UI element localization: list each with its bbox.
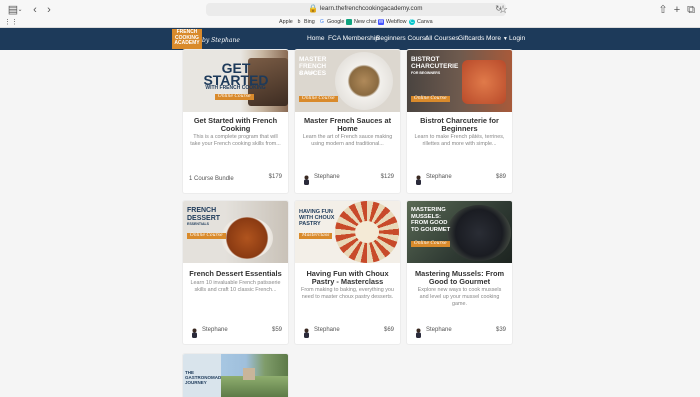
tab-overview-icon[interactable]: ⧉	[684, 4, 698, 16]
nav-login[interactable]: Login	[509, 35, 525, 42]
course-card[interactable]: Master French Sauces at home Online Cour…	[295, 50, 400, 193]
logo-script: by Stephane	[202, 37, 240, 44]
lock-icon: 🔒	[308, 4, 318, 13]
author-avatar	[303, 172, 310, 185]
google-icon: G	[320, 18, 324, 25]
course-card[interactable]: Get Started with French Cooking Online C…	[183, 50, 288, 193]
bing-icon: b	[297, 18, 301, 25]
course-thumbnail: The Gastronomad Journey	[183, 354, 288, 397]
course-thumbnail: Having Fun with Choux Pastry Masterclass	[295, 201, 400, 263]
course-description: Learn the art of French sauce making usi…	[302, 134, 393, 147]
thumbnail-banner: Online Course	[411, 241, 450, 247]
course-price: $89	[495, 174, 506, 180]
course-description: From making to baking, everything you ne…	[301, 287, 394, 300]
thumbnail-subtitle: with French Cooking	[205, 85, 266, 91]
thumbnail-banner: Masterclass	[299, 233, 333, 239]
course-thumbnail: Bistrot Charcuterie for beginners Online…	[407, 50, 512, 112]
nav-beginners-course[interactable]: Beginners Course	[376, 35, 429, 42]
course-thumbnail: Master French Sauces at home Online Cour…	[295, 50, 400, 112]
logo-mark: FRENCH COOKING ACADEMY	[172, 29, 202, 49]
webflow-icon: W	[378, 18, 384, 25]
course-price: $129	[380, 174, 394, 180]
course-description: Learn to make French pâtés, terrines, ri…	[414, 134, 505, 147]
nav-giftcards[interactable]: Giftcards	[458, 35, 484, 42]
author-name: Stephane	[426, 327, 452, 333]
course-description: Explore new ways to cook mussels and lev…	[417, 287, 502, 307]
course-card[interactable]: The Gastronomad Journey	[183, 354, 288, 397]
course-card[interactable]: Bistrot Charcuterie for beginners Online…	[407, 50, 512, 193]
star-icon[interactable]: ☆	[496, 4, 510, 16]
course-thumbnail: Get Started with French Cooking Online C…	[183, 50, 288, 112]
bookmark-bing[interactable]: b Bing	[296, 18, 315, 26]
new-tab-icon[interactable]: +	[670, 4, 684, 16]
thumbnail-banner: Online Course	[187, 233, 226, 239]
address-bar[interactable]: 🔒 learn.thefrenchcookingacademy.com ↻	[206, 3, 506, 16]
course-thumbnail: French Dessert essentials Online Course	[183, 201, 288, 263]
thumbnail-title: Having Fun with Choux Pastry	[299, 209, 335, 227]
nav-more[interactable]: More ▼	[486, 35, 508, 42]
author-avatar	[191, 325, 198, 338]
nav-fca-membership[interactable]: FCA Membership	[328, 35, 379, 42]
author-name: Stephane	[314, 174, 340, 180]
thumbnail-banner: Online Course	[411, 96, 450, 102]
thumbnail-subtitle: essentials	[187, 222, 209, 226]
chevron-down-icon[interactable]: ⌄	[16, 4, 24, 16]
chat-icon	[346, 18, 352, 25]
thumbnail-banner: Online Course	[215, 94, 254, 100]
thumbnail-title: Get Started	[203, 60, 269, 88]
thumbnail-title: Bistrot Charcuterie	[411, 56, 459, 70]
course-title[interactable]: Bistrot Charcuterie for Beginners	[413, 117, 506, 133]
browser-toolbar: ▤ ⌄ ‹ › ▢ 🔒 learn.thefrenchcookingacadem…	[0, 0, 700, 28]
course-price: $179	[268, 174, 282, 180]
nav-all-courses[interactable]: All Courses	[425, 35, 459, 42]
course-bundle-label: 1 Course Bundle	[189, 176, 234, 182]
author-avatar	[415, 325, 422, 338]
course-price: $59	[271, 327, 282, 333]
thumbnail-title: French Dessert	[187, 207, 221, 222]
course-title[interactable]: Mastering Mussels: From Good to Gourmet	[413, 270, 506, 286]
thumbnail-title: Mastering Mussels: From Good to Gourmet	[411, 207, 451, 233]
back-arrow-icon[interactable]: ‹	[28, 4, 42, 16]
author-name: Stephane	[314, 327, 340, 333]
bookmark-google[interactable]: G Google	[319, 18, 344, 26]
forward-arrow-icon[interactable]: ›	[42, 4, 56, 16]
site-nav: FRENCH COOKING ACADEMY by Stephane Home FC…	[0, 28, 700, 50]
course-price: $39	[495, 327, 506, 333]
course-title[interactable]: Get Started with French Cooking	[189, 117, 282, 133]
author-name: Stephane	[426, 174, 452, 180]
bookmark-apple[interactable]: Apple	[271, 18, 293, 26]
course-title[interactable]: French Dessert Essentials	[189, 270, 282, 278]
thumbnail-banner: Online Course	[299, 96, 338, 102]
apple-icon	[271, 19, 277, 25]
course-description: Learn 10 invaluable French patisserie sk…	[190, 280, 281, 293]
author-avatar	[415, 172, 422, 185]
course-title[interactable]: Having Fun with Choux Pastry - Mastercla…	[301, 270, 394, 286]
course-price: $69	[383, 327, 394, 333]
thumbnail-title: The Gastronomad Journey	[185, 370, 222, 385]
thumbnail-subtitle: at home	[299, 71, 315, 75]
bookmark-webflow[interactable]: W Webflow	[378, 18, 407, 26]
site-logo[interactable]: FRENCH COOKING ACADEMY by Stephane	[172, 29, 252, 49]
bookmark-canva[interactable]: C Canva	[409, 18, 433, 26]
canva-icon: C	[409, 18, 415, 25]
course-thumbnail: Mastering Mussels: From Good to Gourmet …	[407, 201, 512, 263]
course-title[interactable]: Master French Sauces at Home	[301, 117, 394, 133]
author-avatar	[303, 325, 310, 338]
nav-home[interactable]: Home	[307, 35, 325, 42]
course-card[interactable]: Mastering Mussels: From Good to Gourmet …	[407, 201, 512, 344]
caret-down-icon: ▼	[502, 36, 508, 42]
course-description: This is a complete program that will tak…	[190, 134, 281, 147]
thumbnail-subtitle: for beginners	[411, 71, 441, 75]
course-card[interactable]: French Dessert essentials Online Course …	[183, 201, 288, 344]
author-name: Stephane	[202, 327, 228, 333]
address-url[interactable]: learn.thefrenchcookingacademy.com	[320, 5, 422, 12]
bookmark-new-chat[interactable]: New chat	[346, 18, 376, 26]
share-icon[interactable]: ⇧	[656, 4, 670, 16]
course-card[interactable]: Having Fun with Choux Pastry Masterclass…	[295, 201, 400, 344]
